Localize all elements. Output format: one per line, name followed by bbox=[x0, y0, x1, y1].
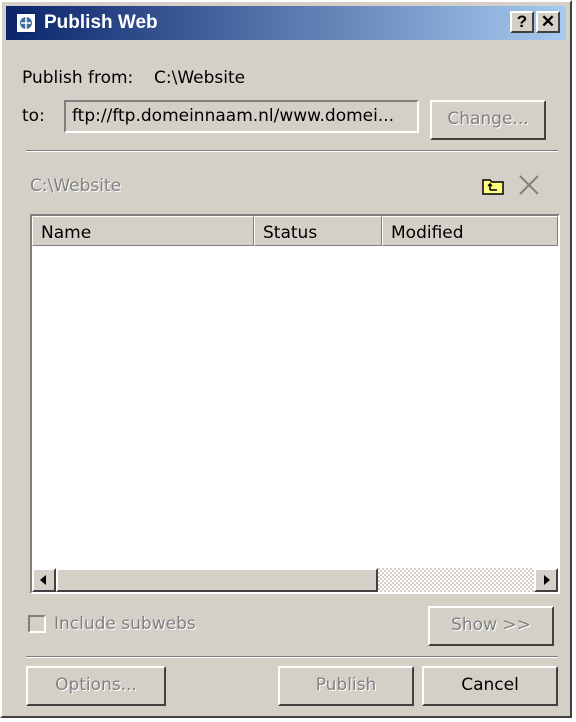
change-button: Change... bbox=[430, 100, 546, 140]
scroll-track[interactable] bbox=[378, 568, 534, 592]
options-button: Options... bbox=[26, 666, 166, 706]
publish-to-field[interactable]: ftp://ftp.domeinnaam.nl/www.domei... bbox=[64, 100, 419, 133]
window-title: Publish Web bbox=[44, 12, 158, 33]
delete-x-icon bbox=[516, 172, 542, 198]
close-button[interactable]: ✕ bbox=[536, 11, 560, 33]
show-button: Show >> bbox=[428, 606, 554, 646]
column-header-status[interactable]: Status bbox=[254, 216, 382, 246]
publish-from-label: Publish from: bbox=[22, 68, 134, 88]
column-header-name[interactable]: Name bbox=[32, 216, 254, 246]
change-button-label: Change... bbox=[447, 109, 529, 129]
publish-to-label: to: bbox=[22, 106, 45, 126]
publish-button: Publish bbox=[278, 666, 414, 706]
folder-up-icon bbox=[480, 172, 506, 198]
show-button-label: Show >> bbox=[451, 615, 531, 635]
scroll-thumb[interactable] bbox=[56, 568, 378, 592]
publish-web-dialog: Publish Web ? ✕ Publish from: C:\Website… bbox=[0, 0, 572, 718]
separator bbox=[26, 656, 558, 658]
file-list[interactable]: Name Status Modified bbox=[30, 214, 560, 594]
scroll-right-button[interactable] bbox=[534, 568, 558, 592]
cancel-button[interactable]: Cancel bbox=[422, 666, 558, 706]
cancel-button-label: Cancel bbox=[461, 675, 519, 695]
browser-path-label: C:\Website bbox=[30, 176, 122, 196]
publish-from-value: C:\Website bbox=[154, 68, 246, 88]
help-button[interactable]: ? bbox=[510, 11, 534, 33]
options-button-label: Options... bbox=[55, 675, 137, 695]
include-subwebs-label: Include subwebs bbox=[54, 614, 196, 634]
publish-button-label: Publish bbox=[315, 675, 377, 695]
scroll-left-button[interactable] bbox=[32, 568, 56, 592]
title-bar[interactable]: Publish Web ? ✕ bbox=[6, 6, 566, 40]
include-subwebs-checkbox bbox=[28, 615, 46, 633]
arrow-left-icon bbox=[40, 575, 46, 585]
publish-web-icon bbox=[16, 13, 36, 33]
arrow-right-icon bbox=[544, 575, 550, 585]
horizontal-scrollbar[interactable] bbox=[32, 568, 558, 592]
separator bbox=[26, 150, 558, 152]
column-header-modified[interactable]: Modified bbox=[382, 216, 558, 246]
